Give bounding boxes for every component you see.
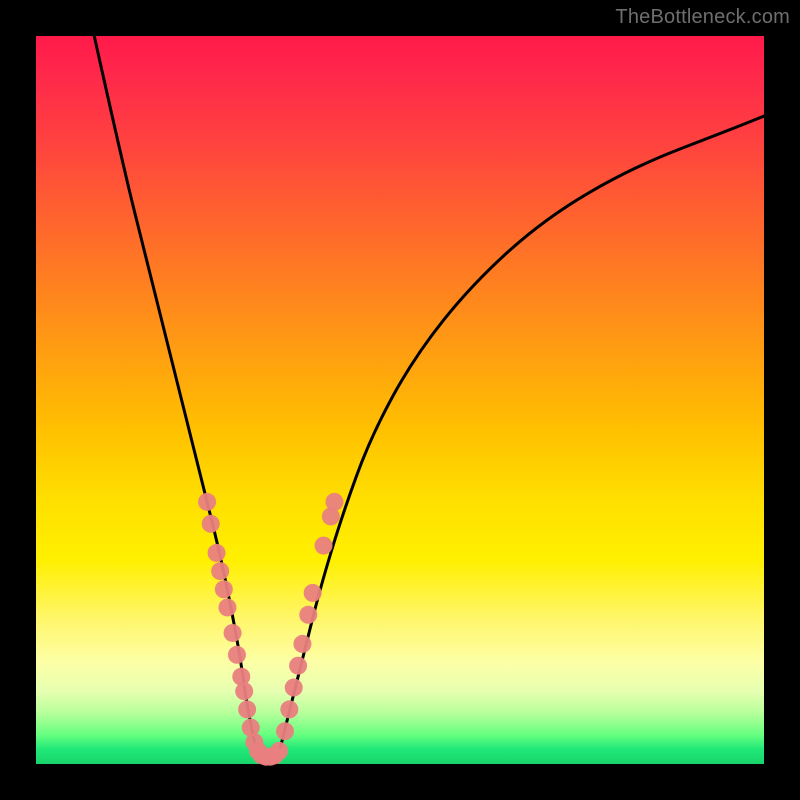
curves-svg (36, 36, 764, 764)
watermark-text: TheBottleneck.com (615, 6, 790, 29)
plot-area (36, 36, 764, 764)
highlight-dots (198, 493, 343, 766)
right-curve (276, 116, 764, 764)
chart-frame: TheBottleneck.com (0, 0, 800, 800)
